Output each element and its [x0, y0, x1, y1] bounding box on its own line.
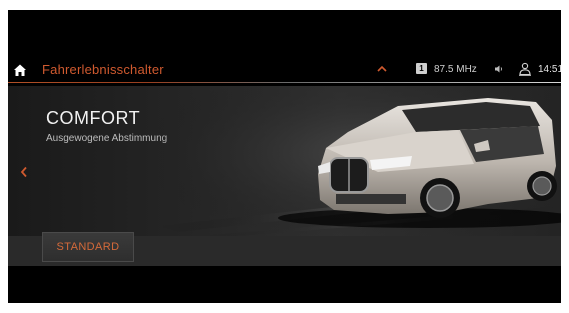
header-divider — [8, 82, 561, 83]
mode-title: COMFORT — [46, 108, 141, 128]
radio-preset-badge: 1 — [416, 63, 427, 74]
mode-description: Ausgewogene Abstimmung — [46, 133, 168, 144]
clock: 14:51 — [538, 64, 561, 75]
standard-mode-button[interactable]: STANDARD — [42, 232, 134, 262]
radio-frequency: 87.5 MHz — [434, 64, 477, 75]
idrive-screen: Fahrerlebnisschalter 1 87.5 MHz 14:51 CO… — [8, 10, 561, 303]
chevron-left-icon[interactable] — [20, 166, 28, 178]
standard-mode-label: STANDARD — [56, 241, 120, 253]
user-icon[interactable] — [518, 62, 532, 76]
home-icon[interactable] — [12, 62, 28, 78]
chevron-up-icon[interactable] — [376, 64, 388, 74]
page-title: Fahrerlebnisschalter — [42, 62, 164, 77]
mode-panel: COMFORT Ausgewogene Abstimmung — [8, 86, 561, 236]
car-image — [158, 86, 561, 236]
header-bar: Fahrerlebnisschalter 1 87.5 MHz 14:51 — [8, 56, 561, 84]
speaker-icon[interactable] — [494, 64, 504, 74]
radio-preset-number: 1 — [419, 63, 424, 73]
